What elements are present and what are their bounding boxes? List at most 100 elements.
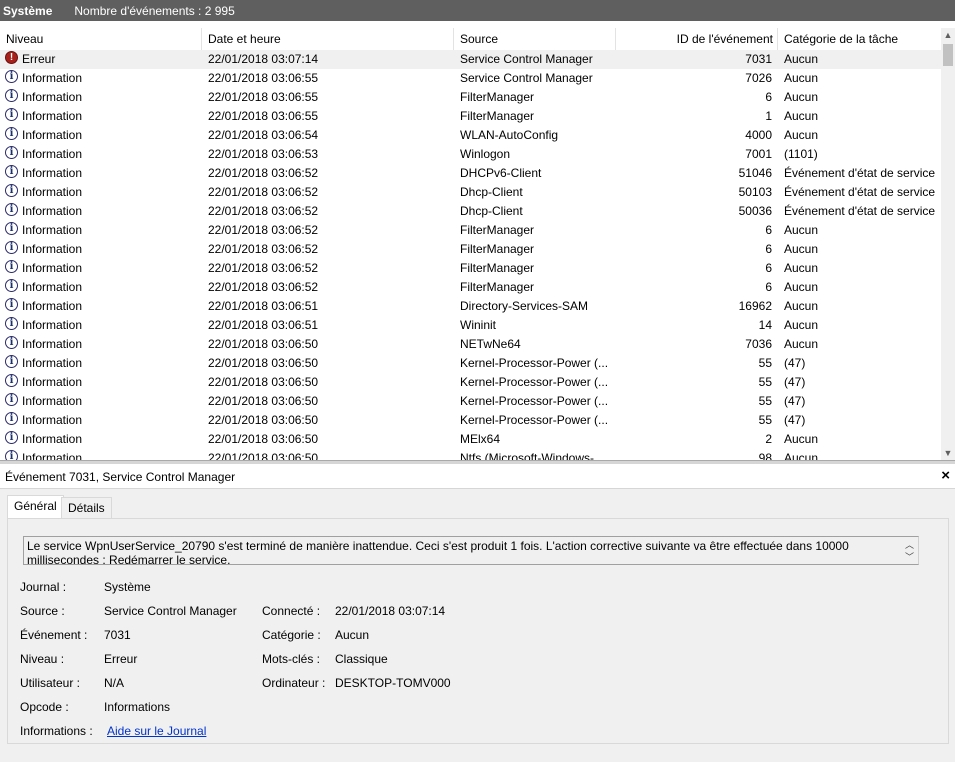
- event-description-box[interactable]: Le service WpnUserService_20790 s'est te…: [23, 536, 919, 565]
- info-icon: i: [5, 127, 18, 140]
- close-icon[interactable]: ×: [941, 467, 950, 485]
- informations-label: Informations :: [20, 724, 93, 738]
- cell-level: Information: [22, 451, 83, 460]
- cell-event-id: 2: [765, 432, 772, 446]
- cell-date: 22/01/2018 03:06:52: [208, 185, 319, 199]
- cell-source: Service Control Manager: [460, 71, 593, 85]
- column-header-niveau[interactable]: Niveau: [0, 28, 202, 50]
- pane-splitter[interactable]: [0, 460, 955, 464]
- utilisateur-value: N/A: [104, 676, 125, 690]
- cell-date: 22/01/2018 03:06:55: [208, 71, 319, 85]
- niveau-value: Erreur: [104, 652, 138, 666]
- cell-event-id: 4000: [745, 128, 772, 142]
- info-icon: i: [5, 374, 18, 387]
- journal-label: Journal :: [20, 580, 67, 594]
- description-scrollbar[interactable]: ︿ ﹀: [902, 537, 918, 564]
- cell-event-id: 50036: [738, 204, 772, 218]
- table-row[interactable]: i Information 22/01/2018 03:06:52 DHCPv6-Cl…: [0, 164, 941, 183]
- column-header-event-id[interactable]: ID de l'événement: [616, 28, 778, 50]
- cell-category: (47): [784, 356, 806, 370]
- cell-event-id: 14: [758, 318, 772, 332]
- window-titlebar: Système Nombre d'événements : 2 995: [0, 0, 955, 21]
- table-row[interactable]: i Information 22/01/2018 03:06:50 Ntfs (Mic…: [0, 449, 941, 460]
- cell-level: Information: [22, 299, 83, 313]
- cell-event-id: 98: [758, 451, 772, 460]
- table-row[interactable]: i Information 22/01/2018 03:06:53 Winlogon 7…: [0, 145, 941, 164]
- table-row[interactable]: i Information 22/01/2018 03:06:51 Directory…: [0, 297, 941, 316]
- cell-source: FilterManager: [460, 223, 535, 237]
- cell-level: Information: [22, 147, 83, 161]
- cell-event-id: 6: [765, 280, 772, 294]
- cell-category: Aucun: [784, 261, 819, 275]
- table-row[interactable]: i Information 22/01/2018 03:06:50 NETwNe64 7…: [0, 335, 941, 354]
- table-row[interactable]: ! Erreur 22/01/2018 03:07:14 Service Contro…: [0, 50, 941, 69]
- table-row[interactable]: i Information 22/01/2018 03:06:52 FilterMan…: [0, 221, 941, 240]
- cell-event-id: 51046: [738, 166, 772, 180]
- cell-source: NETwNe64: [460, 337, 521, 351]
- table-row[interactable]: i Information 22/01/2018 03:06:52 Dhcp-Clie…: [0, 202, 941, 221]
- table-row[interactable]: i Information 22/01/2018 03:06:55 Service C…: [0, 69, 941, 88]
- aide-journal-link[interactable]: Aide sur le Journal: [107, 724, 206, 738]
- table-row[interactable]: i Information 22/01/2018 03:06:54 WLAN-Auto…: [0, 126, 941, 145]
- cell-date: 22/01/2018 03:06:52: [208, 166, 319, 180]
- ordinateur-label: Ordinateur :: [262, 676, 326, 690]
- table-row[interactable]: i Information 22/01/2018 03:06:50 MElx64 2 Au…: [0, 430, 941, 449]
- table-row[interactable]: i Information 22/01/2018 03:06:50 Kernel-Pr…: [0, 354, 941, 373]
- table-row[interactable]: i Information 22/01/2018 03:06:52 Dhcp-Clie…: [0, 183, 941, 202]
- table-row[interactable]: i Information 22/01/2018 03:06:50 Kernel-Pr…: [0, 373, 941, 392]
- column-header-category[interactable]: Catégorie de la tâche: [778, 28, 941, 50]
- event-list[interactable]: Niveau Date et heure Source ID de l'évén…: [0, 28, 955, 460]
- table-row[interactable]: i Information 22/01/2018 03:06:55 FilterMan…: [0, 88, 941, 107]
- table-row[interactable]: i Information 22/01/2018 03:06:52 FilterMan…: [0, 259, 941, 278]
- cell-source: DHCPv6-Client: [460, 166, 542, 180]
- info-icon: i: [5, 70, 18, 83]
- table-row[interactable]: i Information 22/01/2018 03:06:52 FilterMan…: [0, 278, 941, 297]
- cell-source: Service Control Manager: [460, 52, 593, 66]
- cell-category: Aucun: [784, 318, 819, 332]
- cell-date: 22/01/2018 03:06:50: [208, 356, 319, 370]
- cell-category: Événement d'état de service: [784, 166, 936, 180]
- scroll-thumb[interactable]: [943, 44, 953, 66]
- cell-event-id: 55: [758, 375, 772, 389]
- cell-source: Directory-Services-SAM: [460, 299, 589, 313]
- info-icon: i: [5, 108, 18, 121]
- info-icon: i: [5, 165, 18, 178]
- cell-date: 22/01/2018 03:06:51: [208, 318, 319, 332]
- scroll-up-icon[interactable]: ▲: [941, 28, 955, 42]
- scroll-down-icon[interactable]: ▼: [941, 446, 955, 460]
- cell-category: (47): [784, 413, 806, 427]
- tab-general[interactable]: Général: [7, 495, 64, 518]
- motscles-value: Classique: [335, 652, 388, 666]
- cell-event-id: 7036: [745, 337, 772, 351]
- info-icon: i: [5, 184, 18, 197]
- chevron-down-icon[interactable]: ﹀: [905, 550, 914, 563]
- column-header-source[interactable]: Source: [454, 28, 616, 50]
- cell-date: 22/01/2018 03:06:50: [208, 394, 319, 408]
- categorie-label: Catégorie :: [262, 628, 321, 642]
- table-row[interactable]: i Information 22/01/2018 03:06:52 FilterMan…: [0, 240, 941, 259]
- cell-event-id: 55: [758, 394, 772, 408]
- column-header-date[interactable]: Date et heure: [202, 28, 454, 50]
- cell-level: Information: [22, 204, 83, 218]
- cell-level: Information: [22, 71, 83, 85]
- cell-category: Aucun: [784, 451, 819, 460]
- tab-details[interactable]: Détails: [61, 497, 112, 518]
- table-row[interactable]: i Information 22/01/2018 03:06:51 Wininit 14…: [0, 316, 941, 335]
- cell-event-id: 7031: [745, 52, 772, 66]
- cell-category: Aucun: [784, 223, 819, 237]
- table-row[interactable]: i Information 22/01/2018 03:06:50 Kernel-Pr…: [0, 392, 941, 411]
- cell-level: Information: [22, 356, 83, 370]
- cell-date: 22/01/2018 03:06:52: [208, 242, 319, 256]
- cell-category: Aucun: [784, 242, 819, 256]
- connecte-value: 22/01/2018 03:07:14: [335, 604, 446, 618]
- cell-category: (47): [784, 375, 806, 389]
- cell-level: Information: [22, 394, 83, 408]
- event-list-scrollbar[interactable]: ▲ ▼: [941, 28, 955, 460]
- evenement-label: Événement :: [20, 628, 88, 642]
- table-row[interactable]: i Information 22/01/2018 03:06:55 FilterMan…: [0, 107, 941, 126]
- cell-category: Aucun: [784, 337, 819, 351]
- cell-event-id: 6: [765, 90, 772, 104]
- cell-event-id: 6: [765, 261, 772, 275]
- table-row[interactable]: i Information 22/01/2018 03:06:50 Kernel-Pr…: [0, 411, 941, 430]
- cell-event-id: 1: [765, 109, 772, 123]
